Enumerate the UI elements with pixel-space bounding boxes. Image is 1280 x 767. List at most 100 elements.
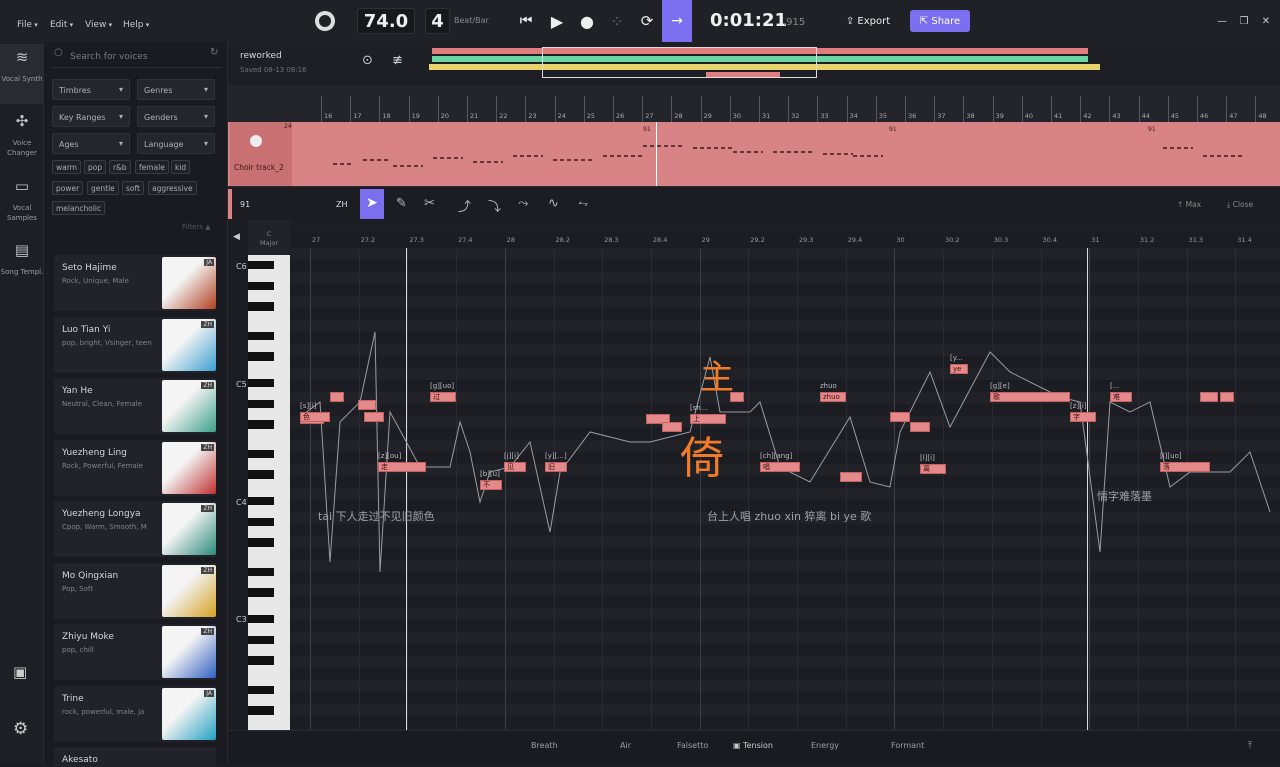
- black-key[interactable]: [248, 378, 274, 388]
- note[interactable]: 过: [430, 392, 456, 402]
- tab-energy[interactable]: Energy: [811, 741, 839, 750]
- note[interactable]: [890, 412, 910, 422]
- black-key[interactable]: [248, 517, 274, 526]
- piano-roll[interactable]: 走 [z][ou] 不 [b][u] 见 [j][i] 旧 [y][...] 过 [g][uo] 上…: [290, 232, 1280, 730]
- voice-card[interactable]: Mo Qingxian Pop, Soft ZH: [54, 562, 216, 619]
- play-icon[interactable]: ▶: [546, 8, 568, 34]
- black-key[interactable]: [248, 567, 274, 577]
- filter-key-ranges[interactable]: Key Ranges: [52, 106, 130, 127]
- filters-toggle[interactable]: Filters ▲: [182, 223, 211, 231]
- voice-card[interactable]: Luo Tian Yi pop, bright, Vsinger, teen ZH: [54, 316, 216, 373]
- filter-language[interactable]: Language: [137, 133, 215, 154]
- filter-timbres[interactable]: Timbres: [52, 79, 130, 100]
- black-key[interactable]: [248, 260, 274, 270]
- tag-female[interactable]: female: [135, 160, 169, 174]
- note[interactable]: 难: [1110, 392, 1132, 402]
- note[interactable]: [330, 392, 344, 402]
- follow-icon[interactable]: →: [662, 0, 692, 42]
- track-header[interactable]: Choir track_2 24: [230, 122, 292, 186]
- overview-viewport[interactable]: [542, 47, 817, 78]
- speaker-icon[interactable]: ◀: [233, 232, 240, 242]
- expand-icon[interactable]: ⤒: [1248, 741, 1252, 751]
- loop-icon[interactable]: ⟳: [636, 8, 658, 34]
- note[interactable]: [840, 472, 862, 482]
- target-icon[interactable]: ⊙: [362, 53, 373, 68]
- max-button[interactable]: ↑ Max: [1177, 200, 1201, 209]
- menu-help[interactable]: Help: [123, 20, 149, 30]
- close-icon[interactable]: ✕: [1259, 8, 1273, 34]
- voice-card[interactable]: Seto Hajime Rock, Unique, Male JA: [54, 255, 216, 311]
- voice-card[interactable]: Yuezheng Ling Rock, Powerful, Female ZH: [54, 439, 216, 496]
- note[interactable]: 歌: [990, 392, 1070, 402]
- note[interactable]: 离: [920, 464, 946, 474]
- note[interactable]: 不: [480, 480, 502, 490]
- tag-warm[interactable]: warm: [52, 160, 81, 174]
- menu-file[interactable]: File: [17, 20, 38, 30]
- note[interactable]: ye: [950, 364, 968, 374]
- rewind-icon[interactable]: ⏮: [515, 8, 537, 34]
- restore-icon[interactable]: ❐: [1237, 8, 1251, 34]
- voice-card[interactable]: Yan He Neutral, Clean, Female ZH: [54, 378, 216, 434]
- black-key[interactable]: [248, 352, 274, 361]
- rail-vocal-synth[interactable]: ≋ Vocal Synth: [0, 44, 44, 104]
- rail-voice-changer[interactable]: ✣ Voice Changer: [0, 108, 44, 168]
- close-editor-button[interactable]: ⤓ Close: [1227, 200, 1253, 210]
- black-key[interactable]: [248, 399, 274, 408]
- voice-card[interactable]: Zhiyu Moke pop, chill ZH: [54, 624, 216, 680]
- filter-ages[interactable]: Ages: [52, 133, 130, 154]
- black-key[interactable]: [248, 656, 274, 665]
- rail-song-templates[interactable]: ▤ Song Templ.: [0, 237, 44, 297]
- vibrato-icon[interactable]: ∿: [548, 196, 559, 211]
- black-key[interactable]: [248, 588, 274, 597]
- note[interactable]: [358, 400, 376, 410]
- grid-dots-icon[interactable]: ⁘: [606, 8, 628, 34]
- search-input[interactable]: Search for voices: [52, 46, 222, 68]
- note[interactable]: [1200, 392, 1218, 402]
- language-selector[interactable]: ZH: [336, 200, 348, 209]
- export-button[interactable]: ⇪ Export: [838, 8, 898, 34]
- select-tool-icon[interactable]: ➤: [360, 189, 384, 219]
- record-icon[interactable]: ●: [576, 8, 598, 34]
- tab-falsetto[interactable]: Falsetto: [677, 741, 708, 750]
- gear-icon[interactable]: ⚙: [13, 719, 28, 739]
- note[interactable]: [1220, 392, 1234, 402]
- black-key[interactable]: [248, 685, 274, 695]
- black-key[interactable]: [248, 538, 274, 547]
- black-key[interactable]: [248, 331, 274, 341]
- note[interactable]: zhuo: [820, 392, 846, 402]
- transition-icon[interactable]: ⥊: [578, 196, 588, 211]
- media-icon[interactable]: ▣: [13, 663, 27, 681]
- tag-aggressive[interactable]: aggressive: [148, 181, 197, 195]
- note[interactable]: [910, 422, 930, 432]
- black-key[interactable]: [248, 614, 274, 624]
- filter-genres[interactable]: Genres: [137, 79, 215, 100]
- tag-pop[interactable]: pop: [84, 160, 107, 174]
- minimize-icon[interactable]: —: [1215, 8, 1229, 34]
- tag-kid[interactable]: kid: [171, 160, 191, 174]
- voice-card[interactable]: Akesato: [54, 747, 216, 767]
- black-key[interactable]: [248, 302, 274, 311]
- beats-field[interactable]: 4: [425, 8, 450, 34]
- note[interactable]: 走: [378, 462, 426, 472]
- note[interactable]: 字: [1070, 412, 1096, 422]
- piano-keyboard[interactable]: [248, 255, 290, 730]
- voice-card[interactable]: Trine rock, powerful, male, ja JA: [54, 685, 216, 742]
- black-key[interactable]: [248, 281, 274, 290]
- filter-genders[interactable]: Genders: [137, 106, 215, 127]
- black-key[interactable]: [248, 470, 274, 479]
- note[interactable]: 唱: [760, 462, 800, 472]
- tag-gentle[interactable]: gentle: [87, 181, 119, 195]
- scissors-icon[interactable]: ✂: [424, 196, 435, 211]
- voice-card[interactable]: Yuezheng Longya Cpop, Warm, Smooth, M ZH: [54, 501, 216, 557]
- note[interactable]: [662, 422, 682, 432]
- black-key[interactable]: [248, 420, 274, 429]
- tab-air[interactable]: Air: [620, 741, 631, 750]
- refresh-icon[interactable]: ↻: [210, 47, 218, 58]
- black-key[interactable]: [248, 449, 274, 459]
- tempo-field[interactable]: 74.0: [357, 8, 415, 34]
- note[interactable]: 色: [300, 412, 330, 422]
- pitch-smooth-icon[interactable]: ⤵: [488, 196, 501, 215]
- tag-melancholic[interactable]: melancholic: [52, 201, 106, 215]
- key-selector[interactable]: C Major: [248, 220, 290, 255]
- rail-vocal-samples[interactable]: ▭ Vocal Samples: [0, 173, 44, 233]
